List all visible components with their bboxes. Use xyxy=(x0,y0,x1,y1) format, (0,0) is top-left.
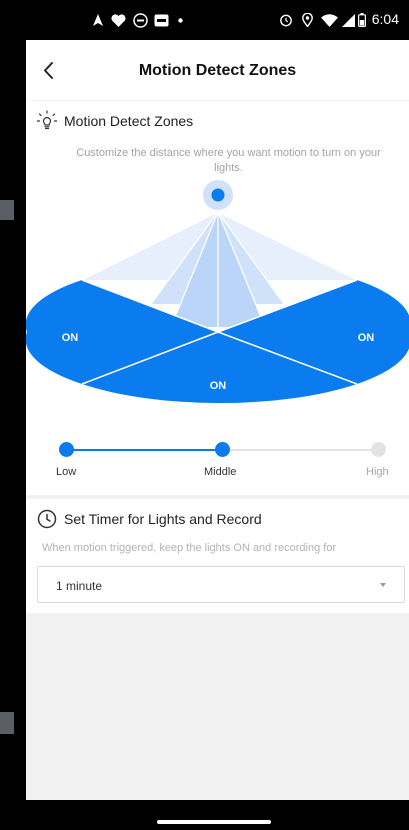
timer-card: Set Timer for Lights and Record When mot… xyxy=(26,499,409,613)
slider-thumb[interactable] xyxy=(215,442,230,457)
duration-select[interactable]: 1 minute xyxy=(37,566,405,603)
zones-heading: Motion Detect Zones xyxy=(64,113,194,129)
zones-description: Customize the distance where you want mo… xyxy=(76,147,381,174)
home-indicator[interactable] xyxy=(157,820,271,824)
page-title: Motion Detect Zones xyxy=(138,62,297,79)
phone-screen: 6:04 Motion Detect Zones Motion Detect Z… xyxy=(26,0,409,830)
adt-icon xyxy=(132,12,148,28)
slider-label-high: High xyxy=(366,466,389,478)
slider-track-inactive xyxy=(222,449,378,451)
edge-fragment xyxy=(0,712,14,734)
slider-label-middle: Middle xyxy=(204,466,237,478)
slider-stop-high[interactable] xyxy=(371,442,386,457)
battery-icon xyxy=(357,12,367,28)
wifi-icon xyxy=(320,12,338,28)
iheart-icon xyxy=(110,12,126,28)
background-app-edge xyxy=(0,0,26,830)
chevron-down-icon xyxy=(380,583,386,587)
dot-icon xyxy=(176,12,184,28)
sensitivity-slider[interactable]: Low Middle High xyxy=(26,434,409,484)
lightbulb-icon xyxy=(36,110,58,132)
status-time: 6:04 xyxy=(371,11,399,27)
location-icon xyxy=(300,12,314,28)
motion-zones-card: Motion Detect Zones Customize the distan… xyxy=(26,101,409,495)
status-bar: 6:04 xyxy=(26,0,409,40)
slider-label-low: Low xyxy=(56,466,77,478)
timer-heading: Set Timer for Lights and Record xyxy=(64,511,262,527)
sensor-icon xyxy=(211,188,225,202)
app-header: Motion Detect Zones xyxy=(26,40,409,100)
ring-icon xyxy=(153,12,169,28)
navigation-bar xyxy=(26,800,409,830)
edge-fragment xyxy=(0,200,14,220)
signal-icon xyxy=(340,12,356,28)
duration-value: 1 minute xyxy=(56,579,103,593)
zone-diagram: ON ON ON xyxy=(26,180,409,404)
zone-left-label: ON xyxy=(62,332,79,344)
clock-icon xyxy=(36,508,58,530)
zone-bottom-label: ON xyxy=(210,380,227,392)
slider-track-active xyxy=(66,449,222,451)
timer-description: When motion triggered, keep the lights O… xyxy=(42,542,337,554)
alarm-icon xyxy=(278,12,294,28)
navigation-arrow-icon xyxy=(92,12,104,28)
slider-stop-low[interactable] xyxy=(59,442,74,457)
zone-right-label: ON xyxy=(358,332,375,344)
